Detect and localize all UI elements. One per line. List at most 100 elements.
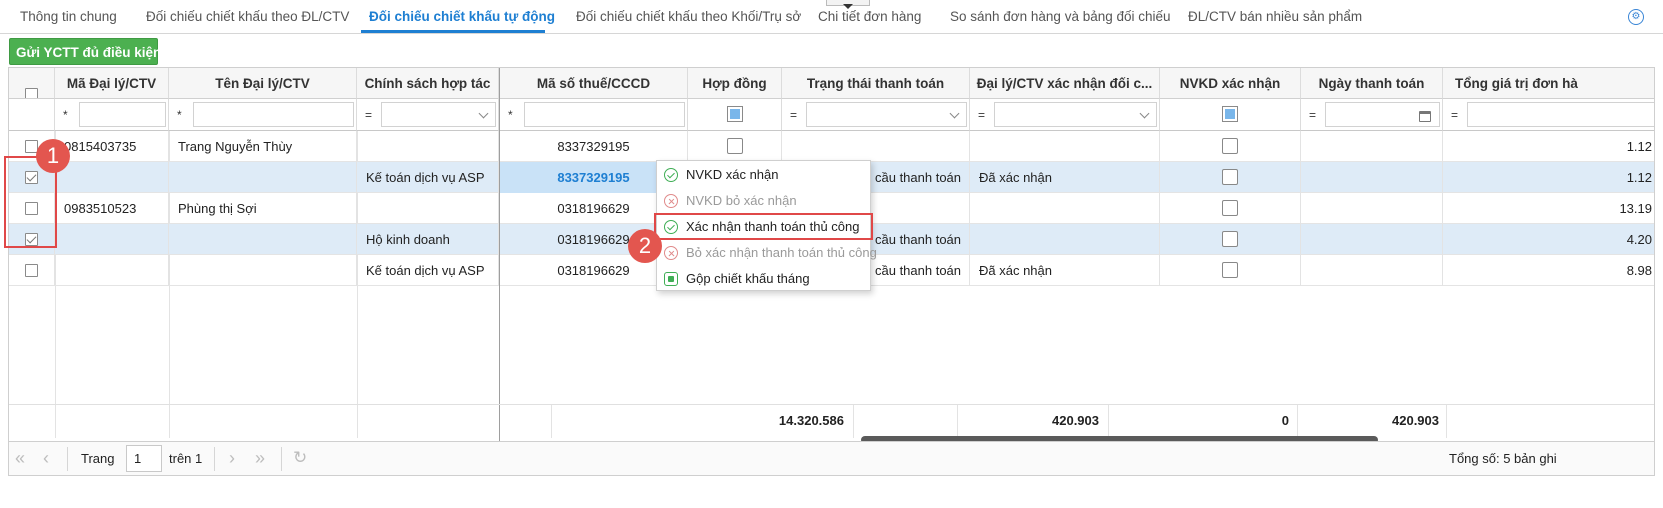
row-select-cell[interactable] — [9, 255, 55, 286]
contract-checkbox[interactable] — [727, 138, 743, 154]
order-total-cell[interactable]: 1.12 — [1443, 131, 1654, 162]
filter-tax-id[interactable]: * — [500, 99, 688, 131]
first-page-icon[interactable]: « — [15, 449, 25, 467]
agent-confirm-cell[interactable]: Đã xác nhận — [970, 255, 1160, 286]
header-agent-code[interactable]: Mã Đại lý/CTV — [55, 68, 169, 99]
last-page-icon[interactable]: » — [255, 449, 265, 467]
collapse-handle-icon[interactable] — [826, 0, 870, 9]
sales-confirm-checkbox[interactable] — [1222, 200, 1238, 216]
tab-discount-by-agent[interactable]: Đối chiếu chiết khấu theo ĐL/CTV — [146, 9, 349, 24]
payment-date-cell[interactable] — [1301, 162, 1443, 193]
payment-status-cell[interactable] — [782, 131, 970, 162]
send-payment-request-button[interactable]: Gửi YCTT đủ điều kiện — [9, 38, 161, 65]
header-payment-date[interactable]: Ngày thanh toán — [1301, 68, 1443, 99]
payment-date-cell[interactable] — [1301, 224, 1443, 255]
order-total-cell[interactable]: 13.19 — [1443, 193, 1654, 224]
payment-date-cell[interactable] — [1301, 255, 1443, 286]
filter-agent-code[interactable]: * — [55, 99, 169, 131]
tab-general-info[interactable]: Thông tin chung — [20, 9, 117, 24]
filter-agent-confirm[interactable]: = — [970, 99, 1160, 131]
agent-confirm-cell[interactable] — [970, 224, 1160, 255]
policy-cell[interactable] — [357, 193, 499, 224]
select-all-checkbox[interactable] — [25, 88, 38, 98]
tab-discount-by-branch[interactable]: Đối chiếu chiết khấu theo Khối/Trụ sở — [576, 9, 801, 24]
sales-confirm-cell[interactable] — [1160, 162, 1301, 193]
agent-confirm-cell[interactable] — [970, 131, 1160, 162]
sales-confirm-cell[interactable] — [1160, 131, 1301, 162]
agent-confirm-cell[interactable] — [970, 193, 1160, 224]
payment-date-cell[interactable] — [1301, 193, 1443, 224]
header-sales-confirm[interactable]: NVKD xác nhận — [1160, 68, 1301, 99]
agent-name-cell[interactable] — [169, 224, 357, 255]
agent-code-cell[interactable] — [55, 255, 169, 286]
policy-cell[interactable]: Kế toán dịch vụ ASP — [357, 162, 499, 193]
tab-multi-product-agents[interactable]: ĐL/CTV bán nhiều sản phẩm — [1188, 9, 1362, 24]
filter-agent-name-input[interactable] — [193, 102, 354, 127]
menu-item-sales-confirm[interactable]: NVKD xác nhận — [657, 162, 870, 188]
filter-payment-date-input[interactable] — [1325, 102, 1440, 127]
filter-tax-id-input[interactable] — [524, 102, 685, 127]
agent-code-cell[interactable]: 0815403735 — [55, 131, 169, 162]
sales-confirm-cell[interactable] — [1160, 224, 1301, 255]
sales-confirm-checkbox[interactable] — [1222, 169, 1238, 185]
filter-policy-select[interactable] — [381, 102, 496, 127]
order-total-cell[interactable]: 4.20 — [1443, 224, 1654, 255]
filter-payment-status[interactable]: = — [782, 99, 970, 131]
filter-agent-name[interactable]: * — [169, 99, 357, 131]
settings-icon[interactable]: ⚙ — [1628, 9, 1644, 25]
policy-cell[interactable]: Hộ kinh doanh — [357, 224, 499, 255]
header-contract[interactable]: Hợp đồng — [688, 68, 782, 99]
agent-code-cell[interactable] — [55, 224, 169, 255]
next-page-icon[interactable]: › — [229, 449, 235, 467]
filter-agent-confirm-select[interactable] — [994, 102, 1157, 127]
agent-confirm-cell[interactable]: Đã xác nhận — [970, 162, 1160, 193]
contract-cell[interactable] — [688, 131, 782, 162]
header-payment-status[interactable]: Trạng thái thanh toán — [782, 68, 970, 99]
sales-confirm-checkbox[interactable] — [1222, 231, 1238, 247]
header-order-total[interactable]: Tổng giá trị đơn hà — [1443, 68, 1654, 99]
menu-item-merge-monthly-discount[interactable]: Gộp chiết khấu tháng — [657, 266, 870, 292]
agent-name-cell[interactable] — [169, 162, 357, 193]
filter-agent-code-input[interactable] — [79, 102, 166, 127]
header-policy[interactable]: Chính sách hợp tác — [357, 68, 499, 99]
tab-auto-discount[interactable]: Đối chiếu chiết khấu tự động — [369, 9, 555, 24]
tax-id-cell[interactable]: 8337329195 — [500, 131, 688, 162]
filter-policy[interactable]: = — [357, 99, 499, 131]
filter-contract-checkbox[interactable] — [726, 106, 743, 122]
agent-name-cell[interactable]: Trang Nguyễn Thùy — [169, 131, 357, 162]
sales-confirm-cell[interactable] — [1160, 193, 1301, 224]
sales-confirm-checkbox[interactable] — [1222, 138, 1238, 154]
filter-order-total[interactable]: = — [1443, 99, 1654, 131]
tab-order-details[interactable]: Chi tiết đơn hàng — [818, 9, 921, 24]
agent-code-cell[interactable]: 0983510523 — [55, 193, 169, 224]
header-tax-id[interactable]: Mã số thuế/CCCD — [500, 68, 688, 99]
agent-name-cell[interactable] — [169, 255, 357, 286]
filter-payment-date[interactable]: = — [1301, 99, 1443, 131]
calendar-icon[interactable] — [1419, 111, 1431, 122]
filter-sales-confirm[interactable] — [1160, 99, 1301, 131]
payment-date-cell[interactable] — [1301, 131, 1443, 162]
row-checkbox[interactable] — [25, 264, 38, 277]
refresh-icon[interactable]: ↻ — [293, 449, 307, 466]
table-row[interactable]: 0815403735 Trang Nguyễn Thùy 8337329195 … — [9, 131, 1654, 162]
agent-code-cell[interactable] — [55, 162, 169, 193]
menu-item-manual-payment-unconfirm[interactable]: Bỏ xác nhận thanh toán thủ công — [657, 240, 877, 266]
page-number-input[interactable]: 1 — [126, 445, 162, 472]
tab-compare-orders[interactable]: So sánh đơn hàng và bảng đối chiếu — [950, 9, 1171, 24]
header-agent-confirm[interactable]: Đại lý/CTV xác nhận đối c... — [970, 68, 1160, 99]
filter-sales-confirm-checkbox[interactable] — [1222, 106, 1238, 122]
policy-cell[interactable]: Kế toán dịch vụ ASP — [357, 255, 499, 286]
policy-cell[interactable] — [357, 131, 499, 162]
order-total-cell[interactable]: 1.12 — [1443, 162, 1654, 193]
agent-name-cell[interactable]: Phùng thị Sợi — [169, 193, 357, 224]
order-total-cell[interactable]: 8.98 — [1443, 255, 1654, 286]
menu-item-sales-unconfirm[interactable]: NVKD bỏ xác nhận — [657, 188, 870, 214]
sales-confirm-cell[interactable] — [1160, 255, 1301, 286]
sales-confirm-checkbox[interactable] — [1222, 262, 1238, 278]
header-select-all[interactable] — [9, 68, 55, 99]
filter-contract[interactable] — [688, 99, 782, 131]
filter-payment-status-select[interactable] — [806, 102, 967, 127]
prev-page-icon[interactable]: ‹ — [43, 449, 49, 467]
filter-order-total-input[interactable] — [1467, 102, 1654, 127]
header-agent-name[interactable]: Tên Đại lý/CTV — [169, 68, 357, 99]
